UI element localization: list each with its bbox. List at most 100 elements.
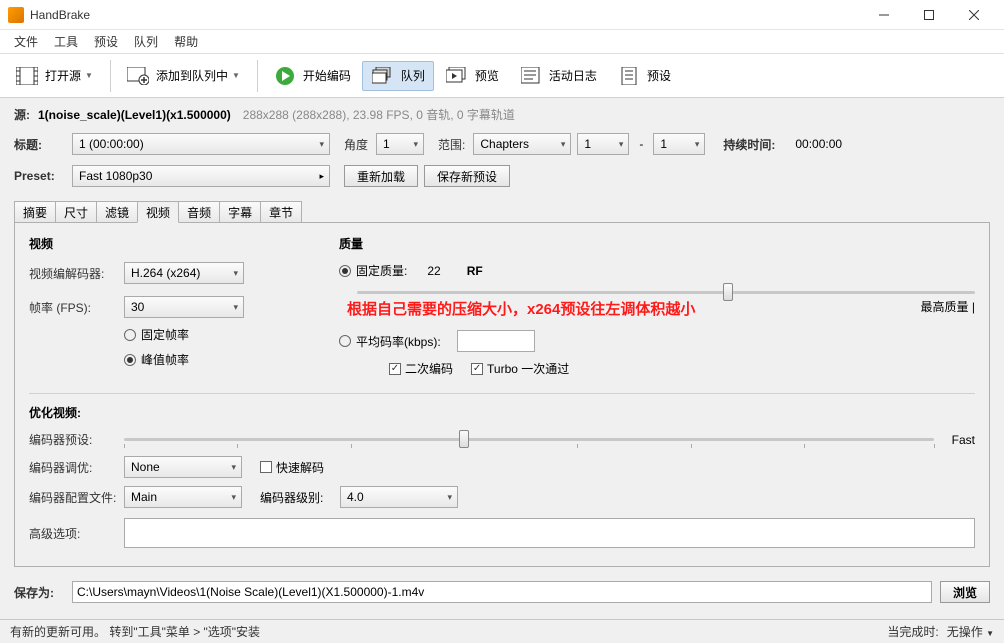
save-path-input[interactable] (72, 581, 932, 603)
menu-bar: 文件 工具 预设 队列 帮助 (0, 30, 1004, 54)
pfr-radio[interactable] (124, 354, 136, 366)
optimize-heading: 优化视频: (29, 404, 975, 421)
range-mode-select[interactable]: Chapters (473, 133, 571, 155)
fps-label: 帧率 (FPS): (29, 299, 124, 316)
presets-label: 预设 (647, 67, 671, 84)
tab-dimensions[interactable]: 尺寸 (55, 201, 97, 223)
presets-button[interactable]: 预设 (608, 61, 680, 91)
angle-select[interactable]: 1 (376, 133, 424, 155)
add-queue-label: 添加到队列中 (156, 67, 228, 84)
fastdecode-checkbox[interactable] (260, 461, 272, 473)
queue-button[interactable]: 队列 (362, 61, 434, 91)
range-dash: - (639, 137, 643, 151)
activity-log-button[interactable]: 活动日志 (510, 61, 606, 91)
twopass-label: 二次编码 (405, 360, 453, 377)
encoder-profile-label: 编码器配置文件: (29, 489, 124, 506)
dropdown-icon: ▼ (85, 71, 93, 80)
film-icon (15, 66, 39, 86)
tab-audio[interactable]: 音频 (178, 201, 220, 223)
maximize-button[interactable] (906, 1, 951, 29)
codec-label: 视频编解码器: (29, 265, 124, 282)
cq-radio[interactable] (339, 265, 351, 277)
tab-video[interactable]: 视频 (137, 201, 179, 223)
tab-summary[interactable]: 摘要 (14, 201, 56, 223)
divider (110, 60, 111, 92)
app-icon (8, 7, 24, 23)
source-filename: 1(noise_scale)(Level1)(x1.500000) (38, 108, 231, 122)
turbo-checkbox[interactable] (471, 363, 483, 375)
source-info: 288x288 (288x288), 23.98 FPS, 0 音轨, 0 字幕… (243, 106, 515, 123)
abr-input[interactable] (457, 330, 535, 352)
reload-preset-button[interactable]: 重新加载 (344, 165, 418, 187)
queue-icon (371, 66, 395, 86)
toolbar: 打开源 ▼ 添加到队列中 ▼ 开始编码 队列 预览 活动日志 预设 (0, 54, 1004, 98)
range-label: 范围: (438, 136, 465, 153)
minimize-button[interactable] (861, 1, 906, 29)
encoder-preset-label: 编码器预设: (29, 431, 124, 448)
save-preset-button[interactable]: 保存新预设 (424, 165, 510, 187)
encoder-level-label: 编码器级别: (260, 489, 340, 506)
window-title: HandBrake (30, 8, 861, 22)
cq-label: 固定质量: (356, 262, 407, 279)
twopass-checkbox[interactable] (389, 363, 401, 375)
menu-help[interactable]: 帮助 (166, 33, 206, 50)
advanced-input[interactable] (124, 518, 975, 548)
title-label: 标题: (14, 136, 64, 153)
codec-select[interactable]: H.264 (x264) (124, 262, 244, 284)
pfr-label: 峰值帧率 (141, 351, 189, 368)
preview-button[interactable]: 预览 (436, 61, 508, 91)
open-source-label: 打开源 (45, 67, 81, 84)
encoder-level-select[interactable]: 4.0 (340, 486, 458, 508)
quality-right: 最高质量 | (921, 298, 975, 315)
dropdown-icon: ▼ (232, 71, 240, 80)
range-to-select[interactable]: 1 (653, 133, 705, 155)
video-pane: 视频 视频编解码器: H.264 (x264) 帧率 (FPS): 30 固定帧… (14, 222, 990, 567)
fps-select[interactable]: 30 (124, 296, 244, 318)
annotation-text: 根据自己需要的压缩大小，x264预设往左调体积越小 (347, 298, 695, 319)
title-select[interactable]: 1 (00:00:00) (72, 133, 330, 155)
video-heading: 视频 (29, 235, 339, 252)
queue-label: 队列 (401, 67, 425, 84)
play-icon (273, 66, 297, 86)
when-done-action[interactable]: 无操作 ▼ (947, 623, 994, 640)
add-queue-icon (126, 66, 150, 86)
tab-chapters[interactable]: 章节 (260, 201, 302, 223)
start-encode-label: 开始编码 (303, 67, 351, 84)
encoder-tune-select[interactable]: None (124, 456, 242, 478)
divider (257, 60, 258, 92)
duration-label: 持续时间: (723, 136, 775, 153)
range-from-select[interactable]: 1 (577, 133, 629, 155)
start-encode-button[interactable]: 开始编码 (264, 61, 360, 91)
close-button[interactable] (951, 1, 996, 29)
menu-queue[interactable]: 队列 (126, 33, 166, 50)
cq-value: 22 (427, 264, 440, 278)
turbo-label: Turbo 一次通过 (487, 360, 569, 377)
encoder-preset-slider[interactable] (124, 438, 934, 441)
title-bar: HandBrake (0, 0, 1004, 30)
cfr-radio[interactable] (124, 329, 136, 341)
menu-presets[interactable]: 预设 (86, 33, 126, 50)
quality-slider[interactable] (357, 291, 975, 294)
encoder-preset-value: Fast (952, 433, 975, 447)
menu-tools[interactable]: 工具 (46, 33, 86, 50)
abr-radio[interactable] (339, 335, 351, 347)
fastdecode-label: 快速解码 (276, 459, 324, 476)
advanced-label: 高级选项: (29, 525, 124, 542)
log-icon (519, 66, 543, 86)
duration-value: 00:00:00 (795, 137, 842, 151)
save-label: 保存为: (14, 584, 64, 601)
source-label: 源: (14, 106, 30, 123)
add-queue-button[interactable]: 添加到队列中 ▼ (117, 61, 249, 91)
browse-button[interactable]: 浏览 (940, 581, 990, 603)
angle-label: 角度 (344, 136, 368, 153)
encoder-profile-select[interactable]: Main (124, 486, 242, 508)
preset-select[interactable]: Fast 1080p30▸ (72, 165, 330, 187)
tab-filters[interactable]: 滤镜 (96, 201, 138, 223)
when-done-label: 当完成时: (887, 623, 938, 640)
menu-file[interactable]: 文件 (6, 33, 46, 50)
cfr-label: 固定帧率 (141, 326, 189, 343)
abr-label: 平均码率(kbps): (356, 333, 441, 350)
status-text: 有新的更新可用。 转到"工具"菜单 > "选项"安装 (10, 623, 887, 640)
tab-subtitles[interactable]: 字幕 (219, 201, 261, 223)
open-source-button[interactable]: 打开源 ▼ (6, 61, 102, 91)
